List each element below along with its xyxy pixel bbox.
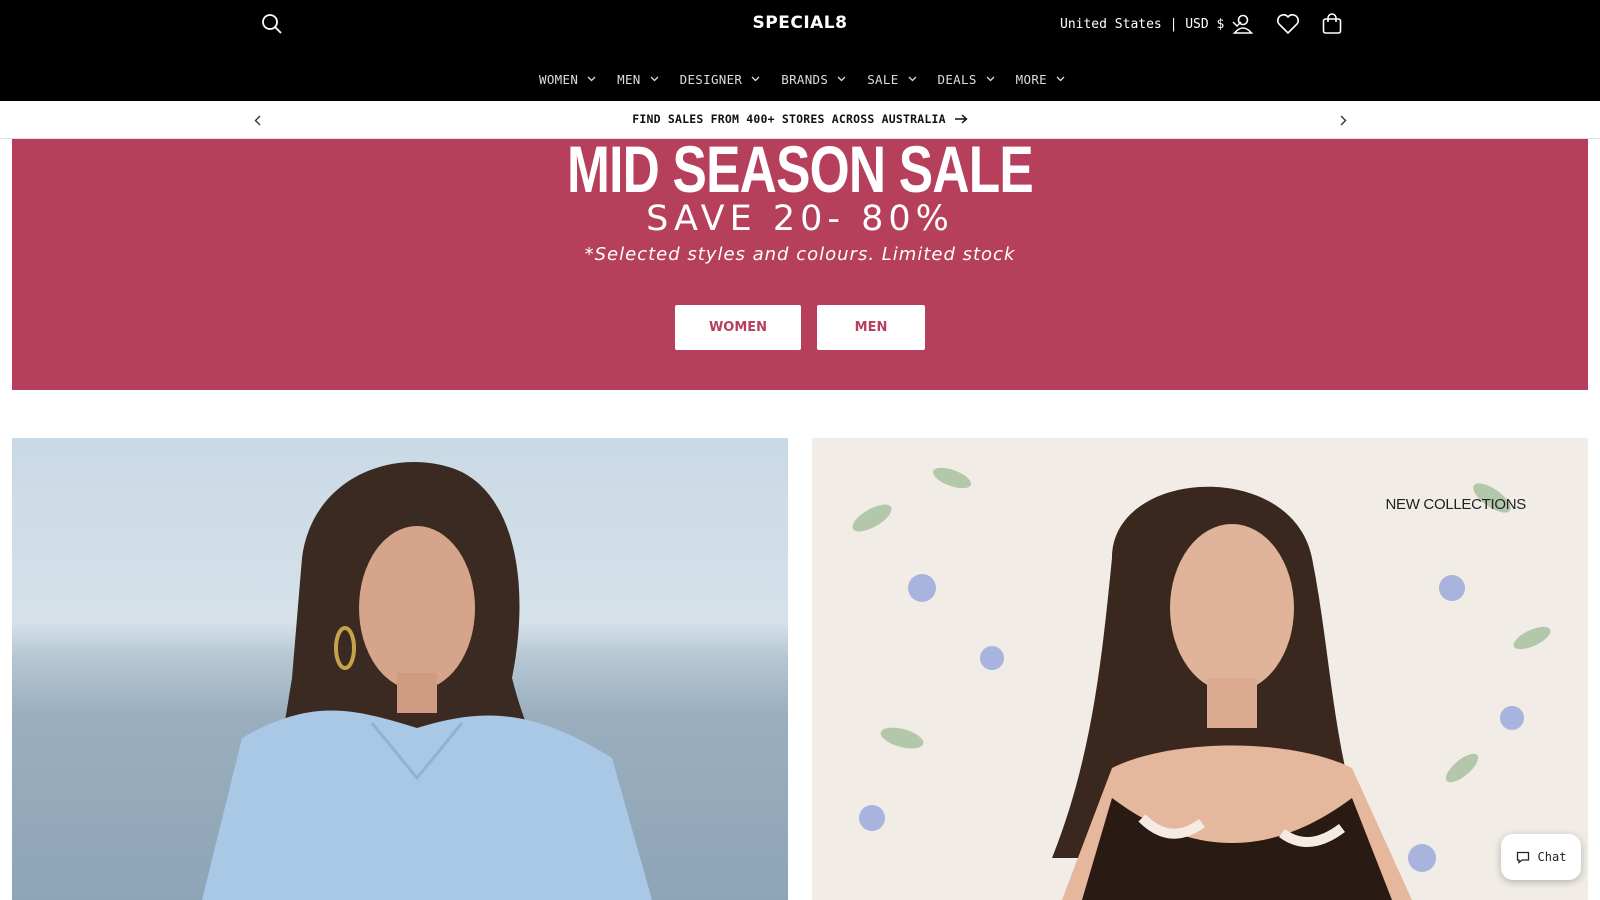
nav-item-sale[interactable]: SALE — [867, 72, 916, 87]
wishlist-button[interactable] — [1275, 11, 1301, 37]
nav-item-women[interactable]: WOMEN — [539, 72, 596, 87]
announcement-link[interactable]: FIND SALES FROM 400+ STORES ACROSS AUSTR… — [0, 112, 1600, 126]
account-icon — [1232, 14, 1254, 34]
cart-bag-icon — [1322, 13, 1342, 34]
nav-item-brands[interactable]: BRANDS — [781, 72, 846, 87]
new-collections-image[interactable]: NEW COLLECTIONS — [812, 438, 1588, 900]
nav-item-men[interactable]: MEN — [617, 71, 659, 87]
nav-item-label: SALE — [867, 71, 899, 87]
wishlist-heart-icon — [1277, 14, 1299, 35]
nav-item-label: WOMEN — [539, 71, 579, 87]
site-header: SPECIAL8 United States | USD $ WOMEN MEN… — [0, 0, 1600, 101]
model-photo-blue-shirt — [202, 462, 652, 900]
new-collections-label: NEW COLLECTIONS — [1385, 496, 1526, 513]
nav-item-label: MEN — [617, 71, 641, 87]
chevron-down-icon — [908, 76, 916, 82]
chevron-down-icon — [650, 76, 659, 82]
nav-item-label: DESIGNER — [679, 71, 743, 87]
nav-item-more[interactable]: MORE — [1016, 72, 1065, 87]
account-button[interactable] — [1230, 11, 1256, 37]
hero-title: MID SEASON SALE — [567, 139, 1034, 206]
chat-button[interactable]: Chat — [1501, 834, 1581, 880]
hero-note: *Selected styles and colours. Limited st… — [584, 244, 1016, 265]
hero-banner: MID SEASON SALE SAVE 20- 80% *Selected s… — [12, 139, 1588, 390]
search-button[interactable] — [259, 11, 285, 37]
shop-men-button[interactable]: MEN — [817, 305, 925, 350]
chat-label: Chat — [1537, 850, 1567, 864]
chevron-down-icon — [587, 76, 596, 82]
chevron-right-icon — [1340, 115, 1346, 125]
nav-item-label: BRANDS — [781, 71, 829, 87]
nav-item-deals[interactable]: DEALS — [938, 72, 995, 87]
arrow-right-icon — [954, 114, 968, 124]
shop-women-button[interactable]: WOMEN — [675, 305, 801, 350]
search-icon — [262, 14, 282, 34]
women-collection-image[interactable] — [12, 438, 788, 900]
chevron-down-icon — [751, 76, 760, 82]
nav-item-label: MORE — [1015, 71, 1047, 87]
chevron-down-icon — [837, 76, 846, 82]
nav-item-designer[interactable]: DESIGNER — [680, 72, 761, 87]
main-nav: WOMEN MEN DESIGNER BRANDS SALE DEALS MOR… — [0, 66, 1600, 92]
locale-selector[interactable]: United States | USD $ — [1060, 14, 1242, 34]
chevron-down-icon — [986, 76, 995, 82]
cart-button[interactable] — [1319, 11, 1345, 37]
nav-item-label: DEALS — [937, 71, 977, 87]
site-logo[interactable]: SPECIAL8 — [700, 13, 900, 33]
locale-label: United States | USD $ — [1060, 16, 1225, 32]
chevron-down-icon — [1056, 76, 1065, 82]
chat-bubble-icon — [1516, 851, 1529, 864]
announcement-bar: FIND SALES FROM 400+ STORES ACROSS AUSTR… — [0, 101, 1600, 139]
announcement-next-button[interactable] — [1334, 111, 1352, 129]
hero-subtitle: SAVE 20- 80% — [646, 199, 954, 239]
announcement-text: FIND SALES FROM 400+ STORES ACROSS AUSTR… — [632, 112, 946, 126]
